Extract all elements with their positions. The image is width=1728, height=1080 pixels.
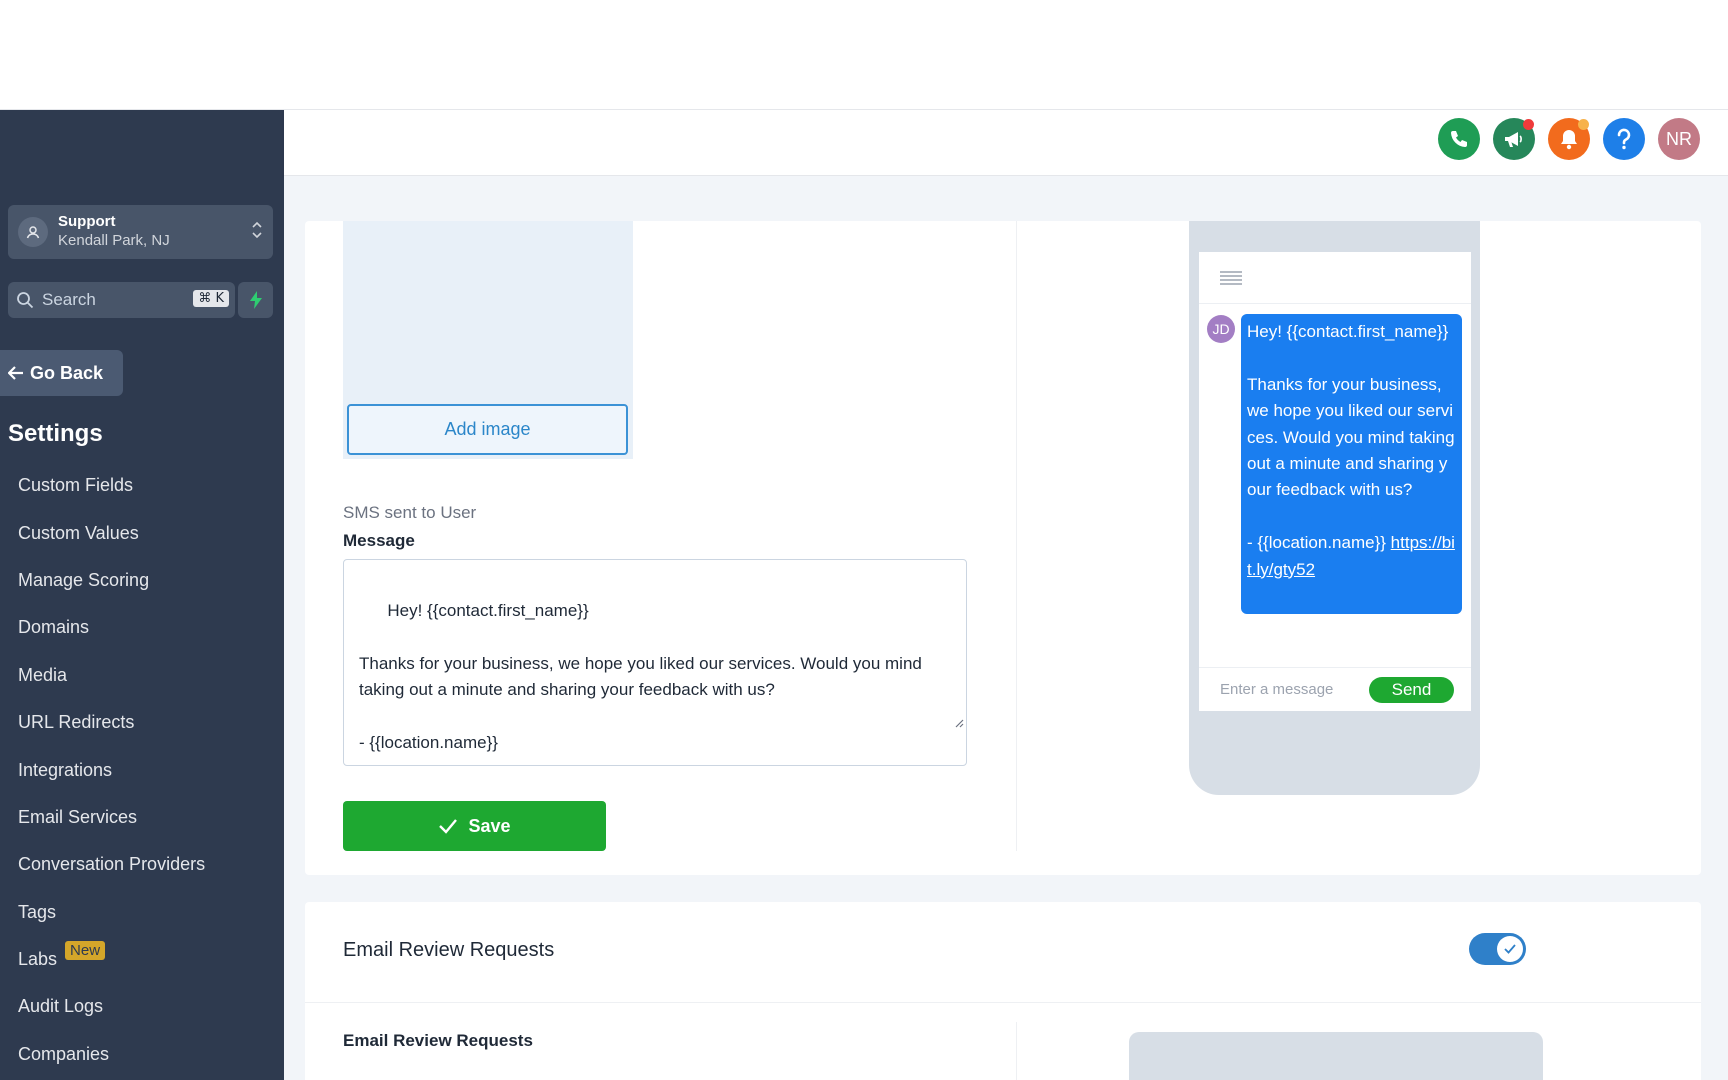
notifications-button[interactable]	[1548, 118, 1590, 160]
sender-avatar: JD	[1207, 315, 1235, 343]
column-divider	[1016, 221, 1017, 851]
check-icon	[1504, 944, 1516, 954]
help-button[interactable]	[1603, 118, 1645, 160]
menu-item-companies[interactable]: Companies	[18, 1031, 278, 1078]
chevron-up-down-icon	[251, 219, 263, 246]
message-text: Hey! {{contact.first_name}} Thanks for y…	[359, 600, 922, 753]
toggle-knob	[1497, 936, 1523, 962]
location-name: Support	[58, 213, 116, 230]
settings-title: Settings	[8, 420, 103, 447]
email-preview-frame	[1129, 1032, 1543, 1080]
menu-item-labs[interactable]: Labs New	[18, 936, 278, 983]
email-review-subtitle: Email Review Requests	[343, 1031, 533, 1050]
save-label: Save	[468, 815, 511, 836]
phone-button[interactable]	[1438, 118, 1480, 160]
phone-preview: JD Hey! {{contact.first_name}} Thanks fo…	[1189, 221, 1480, 795]
search-bar[interactable]: Search ⌘ K	[8, 282, 235, 318]
message-input[interactable]: Enter a message	[1220, 681, 1333, 698]
menu-item-url-redirects[interactable]: URL Redirects	[18, 699, 278, 746]
search-icon	[16, 291, 34, 309]
quick-actions-button[interactable]	[238, 282, 273, 318]
check-icon	[438, 818, 458, 834]
megaphone-icon	[1505, 132, 1522, 147]
go-back-label: Go Back	[30, 362, 104, 383]
sms-review-card: Add image SMS sent to User Message Hey! …	[305, 221, 1701, 875]
email-review-card: Email Review Requests Email Review Reque…	[305, 902, 1701, 1080]
send-button[interactable]: Send	[1369, 677, 1454, 703]
menu-lines-icon	[1220, 270, 1242, 285]
top-header: NR	[284, 110, 1728, 176]
go-back-button[interactable]: Go Back	[0, 350, 123, 396]
phone-icon	[1451, 131, 1467, 147]
save-button[interactable]: Save	[343, 801, 606, 851]
menu-item-audit-logs[interactable]: Audit Logs	[18, 983, 278, 1030]
location-icon	[18, 217, 48, 247]
arrow-left-icon	[8, 366, 24, 380]
phone-screen: JD Hey! {{contact.first_name}} Thanks fo…	[1199, 252, 1471, 711]
menu-item-manage-scoring[interactable]: Manage Scoring	[18, 557, 278, 604]
column-divider	[1016, 1022, 1017, 1080]
new-badge: New	[65, 941, 106, 961]
menu-item-tags[interactable]: Tags	[18, 889, 278, 936]
lightning-icon	[249, 291, 262, 309]
menu-item-integrations[interactable]: Integrations	[18, 746, 278, 793]
image-upload-area: Add image	[343, 221, 633, 459]
add-image-button[interactable]: Add image	[347, 404, 628, 455]
resize-handle-icon[interactable]	[916, 684, 964, 764]
message-textarea[interactable]: Hey! {{contact.first_name}} Thanks for y…	[343, 559, 967, 766]
email-review-title: Email Review Requests	[343, 939, 555, 961]
location-address: Kendall Park, NJ	[58, 232, 170, 249]
menu-item-domains[interactable]: Domains	[18, 604, 278, 651]
menu-item-email-services[interactable]: Email Services	[18, 794, 278, 841]
search-placeholder: Search	[42, 290, 96, 309]
menu-item-custom-values[interactable]: Custom Values	[18, 509, 278, 556]
email-review-toggle[interactable]	[1469, 933, 1526, 965]
settings-menu: Custom Fields Custom Values Manage Scori…	[18, 462, 278, 1078]
help-icon	[1617, 128, 1631, 150]
announcements-button[interactable]	[1493, 118, 1535, 160]
notification-dot	[1523, 119, 1534, 130]
sms-subtitle: SMS sent to User	[343, 503, 477, 522]
notification-dot	[1578, 119, 1589, 130]
message-label: Message	[343, 531, 415, 550]
menu-item-media[interactable]: Media	[18, 652, 278, 699]
menu-item-custom-fields[interactable]: Custom Fields	[18, 462, 278, 509]
phone-screen-header	[1199, 252, 1471, 304]
main-content: Add image SMS sent to User Message Hey! …	[284, 176, 1728, 1080]
phone-input-bar: Enter a message Send	[1199, 667, 1471, 711]
location-switcher[interactable]: Support Kendall Park, NJ	[8, 205, 273, 259]
sidebar: Support Kendall Park, NJ Search ⌘ K Go B…	[0, 110, 284, 1080]
search-shortcut: ⌘ K	[193, 290, 229, 307]
user-avatar[interactable]: NR	[1658, 118, 1700, 160]
card-divider	[305, 1002, 1701, 1003]
bubble-text: Hey! {{contact.first_name}} Thanks for y…	[1247, 322, 1455, 553]
bell-icon	[1561, 130, 1577, 150]
message-bubble: Hey! {{contact.first_name}} Thanks for y…	[1241, 314, 1462, 614]
menu-item-conversation-providers[interactable]: Conversation Providers	[18, 841, 278, 888]
